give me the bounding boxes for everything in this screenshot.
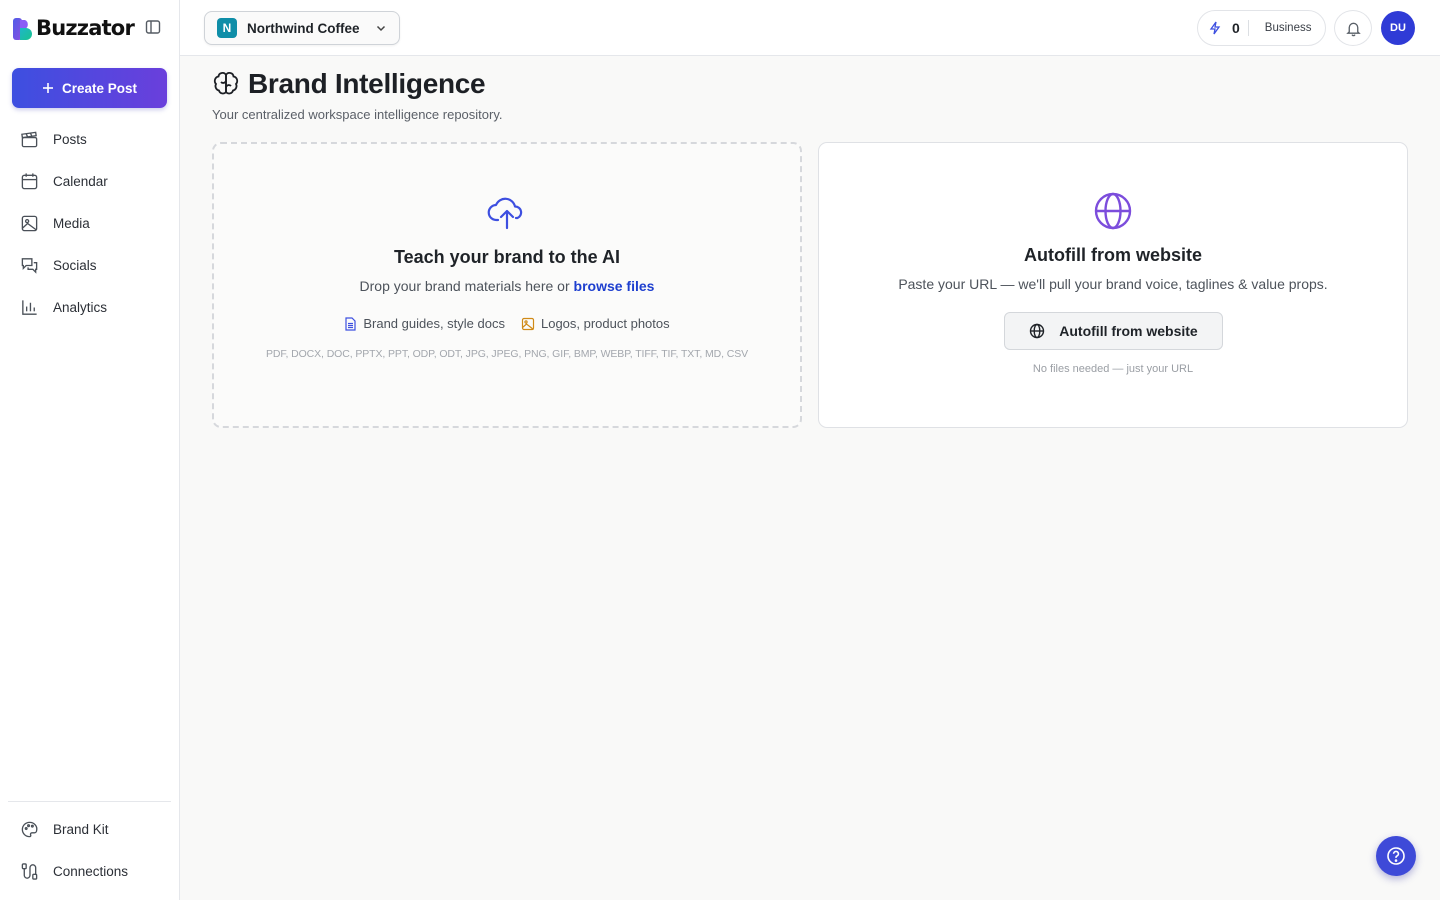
brain-icon xyxy=(213,72,239,95)
bar-chart-icon xyxy=(22,299,37,315)
sidebar: Buzzator Create Post Posts Calendar Medi… xyxy=(0,0,180,900)
browse-files-link[interactable]: browse files xyxy=(574,278,655,294)
document-icon xyxy=(345,316,356,331)
autofill-button-label: Autofill from website xyxy=(1059,323,1198,339)
sidebar-toggle-icon[interactable] xyxy=(145,19,161,35)
bell-icon xyxy=(1345,22,1361,36)
file-type-chips: Brand guides, style docs Logos, product … xyxy=(214,316,800,331)
lightning-icon xyxy=(1209,21,1221,35)
workspace-name: Northwind Coffee xyxy=(247,20,360,36)
palette-icon xyxy=(21,821,38,837)
images-chip: Logos, product photos xyxy=(521,316,670,331)
sidebar-item-socials[interactable]: Socials xyxy=(12,247,168,283)
pill-divider xyxy=(1247,20,1249,36)
help-button[interactable] xyxy=(1376,836,1416,876)
upload-desc-text: Drop your brand materials here or xyxy=(359,278,574,294)
image-icon xyxy=(521,317,535,330)
sidebar-item-label: Calendar xyxy=(53,173,108,189)
sidebar-item-media[interactable]: Media xyxy=(12,205,168,241)
upload-card-title: Teach your brand to the AI xyxy=(393,247,621,267)
sidebar-item-label: Posts xyxy=(53,131,87,147)
calendar-icon xyxy=(21,172,38,189)
autofill-from-website-button[interactable]: Autofill from website xyxy=(1004,312,1223,350)
avatar[interactable]: DU xyxy=(1381,11,1415,45)
cloud-upload-icon xyxy=(487,197,523,230)
sidebar-item-label: Media xyxy=(53,215,90,231)
autofill-website-card: Autofill from website Paste your URL — w… xyxy=(818,142,1408,428)
website-card-description: Paste your URL — we'll pull your brand v… xyxy=(898,276,1328,292)
help-circle-icon xyxy=(1387,847,1405,865)
clapperboard-icon xyxy=(21,131,38,147)
sidebar-item-label: Socials xyxy=(53,257,97,273)
plus-icon xyxy=(42,83,53,93)
sidebar-item-brand-kit[interactable]: Brand Kit xyxy=(12,811,168,847)
page-header: Brand Intelligence xyxy=(212,68,486,100)
credits-pill[interactable]: 0 Business xyxy=(1197,10,1326,46)
workspace-badge: N xyxy=(217,18,237,38)
website-card-note: No files needed — just your URL xyxy=(1032,363,1194,375)
docs-chip-label: Brand guides, style docs xyxy=(363,316,505,331)
upload-card-description: Drop your brand materials here or browse… xyxy=(214,278,800,294)
website-card-title: Autofill from website xyxy=(1023,245,1202,265)
cable-icon xyxy=(21,862,38,880)
image-icon xyxy=(21,215,38,231)
logo-mark-icon xyxy=(12,16,34,40)
sidebar-item-posts[interactable]: Posts xyxy=(12,121,168,157)
plan-label: Business xyxy=(1264,22,1312,34)
create-post-button[interactable]: Create Post xyxy=(12,68,167,108)
sidebar-item-calendar[interactable]: Calendar xyxy=(12,163,168,199)
chat-bubbles-icon xyxy=(21,257,38,274)
upload-dropzone[interactable]: Teach your brand to the AI Drop your bra… xyxy=(212,142,802,428)
supported-formats: PDF, DOCX, DOC, PPTX, PPT, ODP, ODT, JPG… xyxy=(265,348,749,360)
sidebar-item-analytics[interactable]: Analytics xyxy=(12,289,168,325)
chevron-down-icon xyxy=(376,25,386,32)
sidebar-item-label: Analytics xyxy=(53,299,108,315)
page-subtitle: Your centralized workspace intelligence … xyxy=(212,107,503,122)
globe-icon xyxy=(1094,192,1132,230)
workspace-switcher[interactable]: N Northwind Coffee xyxy=(204,11,400,45)
sidebar-item-connections[interactable]: Connections xyxy=(12,853,168,889)
brand-name: Buzzator xyxy=(36,16,135,40)
sidebar-item-label: Connections xyxy=(53,863,129,879)
globe-icon xyxy=(1030,323,1045,339)
credits-count: 0 xyxy=(1232,20,1240,36)
sidebar-divider xyxy=(8,801,171,802)
notifications-button[interactable] xyxy=(1334,10,1372,46)
create-post-label: Create Post xyxy=(61,80,138,96)
images-chip-label: Logos, product photos xyxy=(540,316,670,331)
sidebar-item-label: Brand Kit xyxy=(53,821,109,837)
docs-chip: Brand guides, style docs xyxy=(344,316,505,331)
top-bar: N Northwind Coffee 0 Business DU xyxy=(180,0,1440,56)
page-title: Brand Intelligence xyxy=(248,68,486,99)
